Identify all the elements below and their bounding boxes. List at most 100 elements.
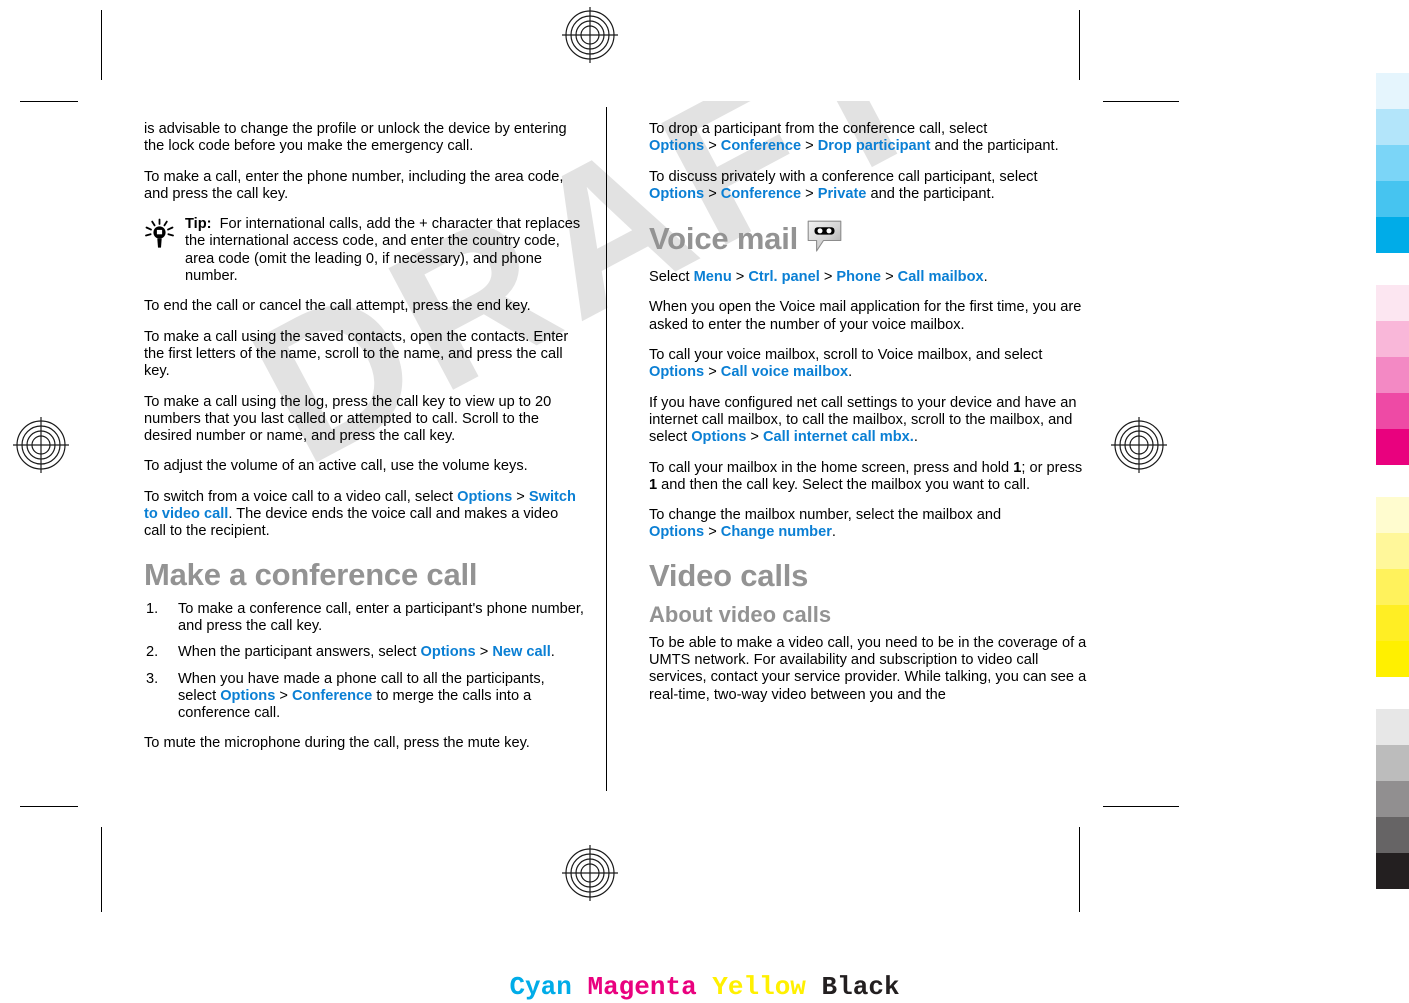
color-bar-yellow-swatch-5 [1376, 641, 1409, 677]
paragraph-volume: To adjust the volume of an active call, … [144, 458, 528, 475]
ui-path-call-mailbox: Call mailbox [897, 269, 984, 286]
color-bar-cyan-swatch-1 [1376, 73, 1409, 109]
color-bar-cyan-swatch-5 [1376, 217, 1409, 253]
paragraph-end-call: To end the call or cancel the call attem… [144, 298, 531, 315]
tip-label: Tip: [185, 216, 212, 233]
ui-path-options: Options [220, 687, 276, 704]
ui-path-phone: Phone [836, 269, 881, 286]
private-after: and the participant. [866, 185, 995, 202]
crop-mark-bottom-right-horizontal [1103, 806, 1179, 807]
registration-mark-top [562, 7, 618, 63]
color-bar-magenta [1376, 285, 1409, 465]
path-separator: > [823, 269, 833, 286]
path-separator: > [750, 429, 759, 446]
color-bar-yellow-swatch-1 [1376, 497, 1409, 533]
drop-before: To drop a participant from the conferenc… [649, 121, 988, 137]
color-bar-magenta-swatch-2 [1376, 321, 1409, 357]
ui-path-options: Options [649, 138, 705, 155]
color-bar-yellow [1376, 497, 1409, 677]
ui-path-ctrl-panel: Ctrl. panel [748, 269, 820, 286]
key-one-bold-second: 1 [649, 476, 658, 493]
ui-path-options: Options [691, 429, 747, 446]
color-bar-cyan [1376, 73, 1409, 253]
tip-text: For international calls, add the + chara… [185, 216, 581, 285]
switch-video-before: To switch from a voice call to a video c… [144, 488, 458, 505]
crop-mark-bottom-left-horizontal [20, 806, 78, 807]
ui-path-menu: Menu [693, 269, 732, 286]
path-separator: > [516, 488, 525, 505]
ui-path-private: Private [817, 185, 867, 202]
crop-mark-bottom-left-vertical [101, 827, 102, 912]
ui-path-drop-participant: Drop participant [817, 138, 931, 155]
column-gutter [584, 101, 629, 791]
change-before: To change the mailbox number, select the… [649, 507, 1002, 524]
color-bar-magenta-swatch-3 [1376, 357, 1409, 393]
color-bar-black-swatch-5 [1376, 853, 1409, 889]
color-bar-yellow-swatch-4 [1376, 605, 1409, 641]
registration-mark-left [13, 417, 69, 473]
select-after: . [983, 269, 988, 286]
ui-path-options: Options [420, 644, 476, 661]
ui-path-change-number: Change number [720, 524, 832, 541]
callvm-after: . [848, 364, 853, 381]
color-bar-black-swatch-1 [1376, 709, 1409, 745]
path-separator: > [708, 185, 717, 202]
paragraph-private-discuss: To discuss privately with a conference c… [649, 169, 1089, 204]
color-bar-magenta-swatch-1 [1376, 285, 1409, 321]
voicemail-bubble-icon [807, 220, 842, 260]
paragraph-about-video-calls-body: To be able to make a video call, you nee… [649, 634, 1087, 703]
heading-voice-mail-text: Voice mail [649, 221, 799, 257]
cmyk-label-black: Black [821, 972, 900, 1002]
home-after: and then the call key. Select the mailbo… [657, 476, 1031, 493]
paragraph-make-a-call: To make a call, enter the phone number, … [144, 168, 564, 202]
paragraph-switch-video: To switch from a voice call to a video c… [144, 489, 584, 541]
ui-path-conference: Conference [720, 138, 802, 155]
path-separator: > [805, 185, 814, 202]
path-separator: > [279, 687, 288, 704]
color-bar-black-swatch-3 [1376, 781, 1409, 817]
color-bar-yellow-swatch-2 [1376, 533, 1409, 569]
step-2-after: . [550, 644, 555, 661]
ui-path-conference: Conference [720, 185, 802, 202]
paragraph-drop-participant: To drop a participant from the conferenc… [649, 121, 1089, 156]
cmyk-label-cyan: Cyan [509, 972, 572, 1002]
column-divider-rule [606, 107, 607, 791]
two-column-body: is advisable to change the profile or un… [101, 101, 1179, 791]
tip-paragraph: Tip: For international calls, add the + … [185, 216, 584, 285]
conference-call-steps: To make a conference call, enter a parti… [144, 601, 584, 723]
color-bar-cyan-swatch-4 [1376, 181, 1409, 217]
paragraph-mute: To mute the microphone during the call, … [144, 735, 530, 752]
ui-path-conference: Conference [291, 687, 373, 704]
color-bar-black-swatch-2 [1376, 745, 1409, 781]
color-bar-cyan-swatch-3 [1376, 145, 1409, 181]
ui-path-call-voice-mailbox: Call voice mailbox [720, 364, 849, 381]
path-separator: > [885, 269, 894, 286]
drop-after: and the participant. [930, 138, 1059, 155]
crop-mark-top-left-horizontal [20, 101, 78, 102]
paragraph-emergency-call: is advisable to change the profile or un… [144, 121, 567, 155]
select-before: Select [649, 269, 694, 286]
color-bar-yellow-swatch-3 [1376, 569, 1409, 605]
paragraph-first-time-open: When you open the Voice mail application… [649, 299, 1082, 333]
path-separator: > [805, 138, 814, 155]
tip-block: Tip: For international calls, add the + … [144, 216, 584, 285]
list-item: When you have made a phone call to all t… [144, 671, 584, 723]
callvm-before: To call your voice mailbox, scroll to Vo… [649, 347, 1043, 364]
paragraph-call-voice-mailbox: To call your voice mailbox, scroll to Vo… [649, 347, 1089, 382]
color-bar-black [1376, 709, 1409, 889]
ui-path-options: Options [649, 185, 705, 202]
private-before: To discuss privately with a conference c… [649, 168, 1038, 185]
color-bar-cyan-swatch-2 [1376, 109, 1409, 145]
change-after: . [831, 524, 836, 541]
paragraph-call-log: To make a call using the log, press the … [144, 393, 552, 445]
tip-text-wrapper: Tip: For international calls, add the + … [185, 216, 584, 285]
color-bar-magenta-swatch-5 [1376, 429, 1409, 465]
right-column: To drop a participant from the conferenc… [649, 101, 1089, 791]
paragraph-home-screen-shortcut: To call your mailbox in the home screen,… [649, 460, 1089, 495]
color-bar-magenta-swatch-4 [1376, 393, 1409, 429]
path-separator: > [708, 364, 717, 381]
step-2-before: When the participant answers, select [178, 644, 421, 661]
step-1-text: To make a conference call, enter a parti… [178, 600, 584, 634]
list-item: When the participant answers, select Opt… [144, 644, 584, 662]
cmyk-label-yellow: Yellow [712, 972, 806, 1002]
